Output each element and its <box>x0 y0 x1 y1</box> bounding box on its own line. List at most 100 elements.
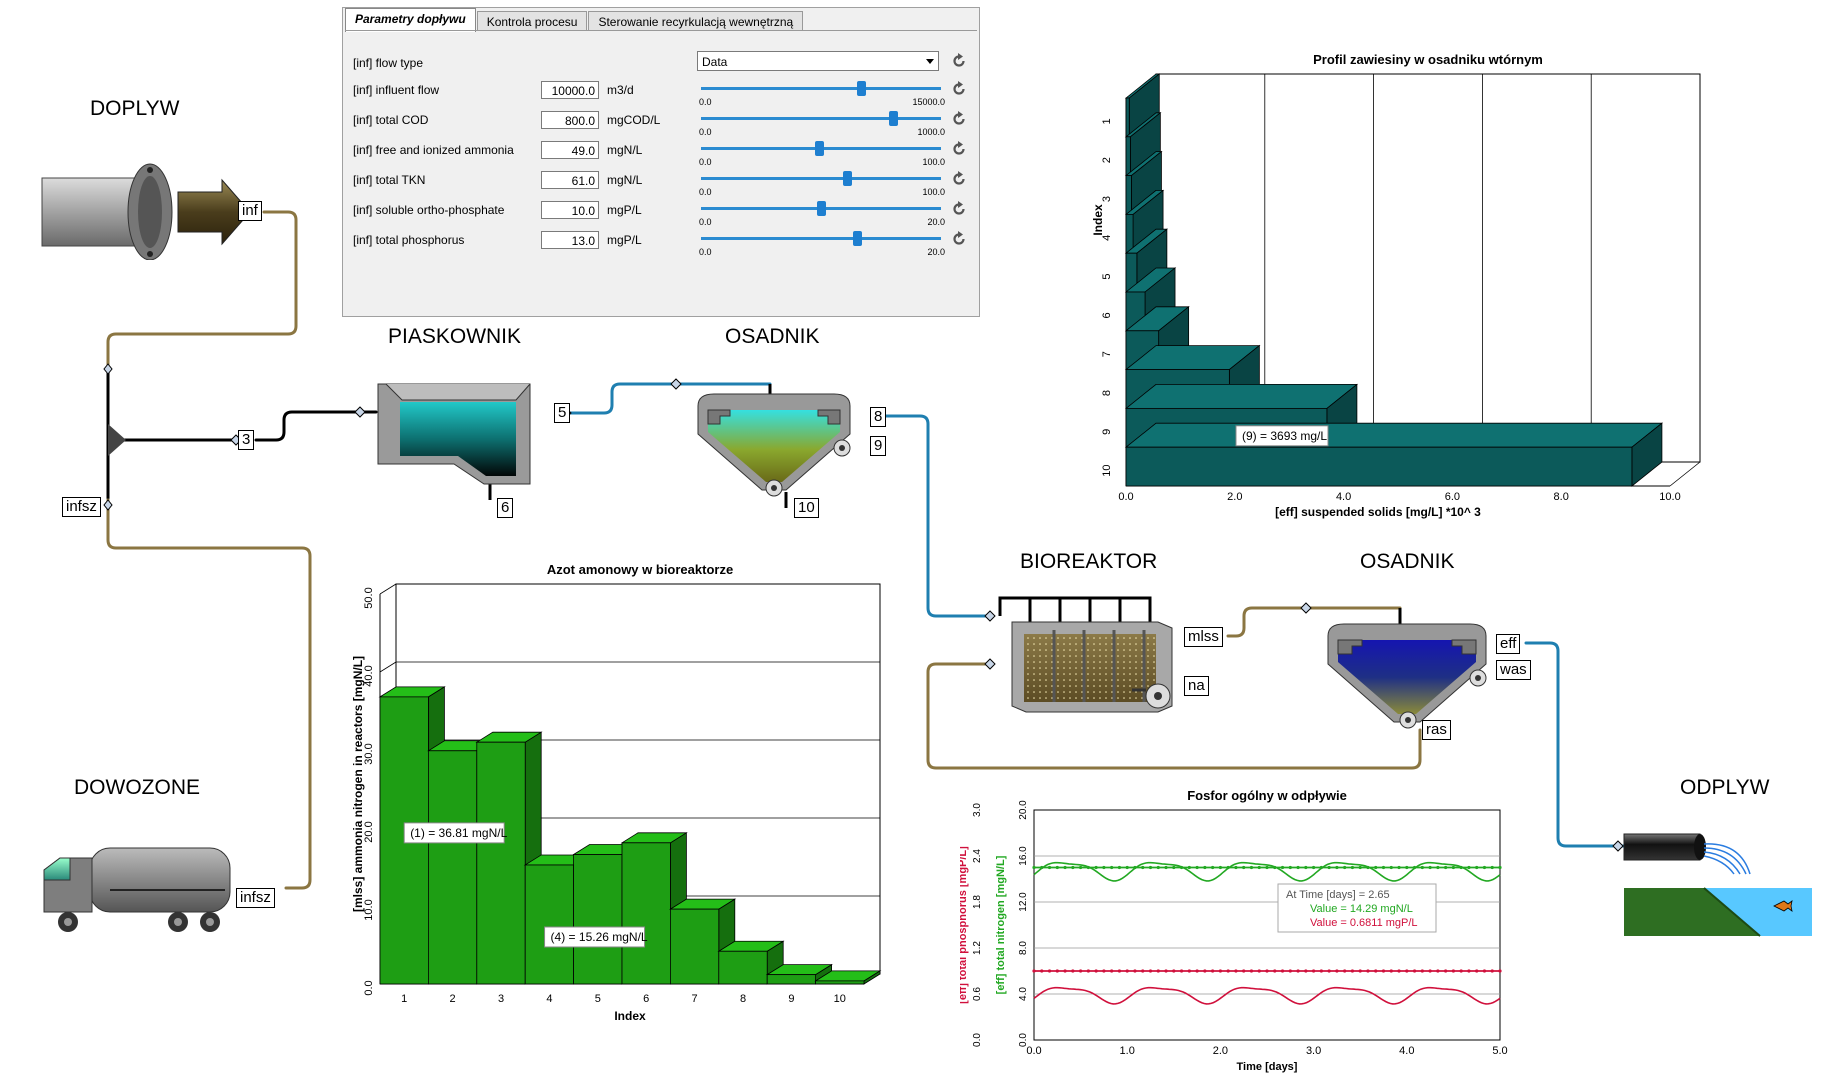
param-slider[interactable] <box>701 109 941 129</box>
port-was[interactable]: was <box>1496 660 1531 680</box>
y-tick-label-n: 12.0 <box>1018 892 1029 912</box>
port-9[interactable]: 9 <box>870 436 887 456</box>
truck-icon[interactable] <box>40 840 240 940</box>
svg-text:Value = 14.29 mgN/L: Value = 14.29 mgN/L <box>1310 903 1413 915</box>
chart-title: Profil zawiesiny w osadniku wtórnym <box>1313 52 1543 67</box>
series-limit-line <box>1032 969 1502 973</box>
param-value-field[interactable]: 13.0 <box>541 231 599 249</box>
reset-icon[interactable] <box>950 52 968 70</box>
value-tooltip: At Time [days] = 2.65 Value = 14.29 mgN/L… <box>1277 883 1437 933</box>
influent-parameter-panel: Parametry dopływu Kontrola procesu Stero… <box>342 7 980 317</box>
x-tick-label: 6 <box>643 993 649 1005</box>
slider-min-label: 0.0 <box>699 187 712 197</box>
y-tick-label: 8 <box>1101 390 1113 396</box>
node-diamond <box>103 363 113 375</box>
y-tick-label: 50.0 <box>363 587 375 608</box>
port-8[interactable]: 8 <box>870 407 887 427</box>
slider-thumb[interactable] <box>843 171 853 186</box>
param-value-field[interactable]: 10000.0 <box>541 81 599 99</box>
svg-text:(9) = 3693 mg/L: (9) = 3693 mg/L <box>1242 429 1327 443</box>
slider-thumb[interactable] <box>814 141 824 156</box>
secondary-clarifier-icon[interactable] <box>1324 620 1490 732</box>
reset-icon[interactable] <box>950 110 968 128</box>
y-tick-label: 9 <box>1101 429 1113 435</box>
reset-icon[interactable] <box>950 170 968 188</box>
slider-track <box>701 87 941 90</box>
x-tick-label: 0.0 <box>1026 1045 1041 1057</box>
param-slider[interactable] <box>701 139 941 159</box>
process-flowsheet: DOPLYW PIASKOWNIK OSADNIK BIOREAKTOR OSA… <box>0 0 1845 1080</box>
slider-thumb[interactable] <box>817 201 826 216</box>
pipe-3b <box>254 410 378 442</box>
param-value-field[interactable]: 800.0 <box>541 111 599 129</box>
unit-title-odplyw: ODPLYW <box>1680 776 1770 799</box>
y-tick-label-n: 20.0 <box>1018 800 1029 820</box>
port-3[interactable]: 3 <box>238 430 255 450</box>
tab-sterowanie-recyrkulacja[interactable]: Sterowanie recyrkulacją wewnętrzną <box>588 11 804 30</box>
reset-icon[interactable] <box>950 200 968 218</box>
flow-type-value: Data <box>702 55 728 69</box>
port-infsz-truck[interactable]: infsz <box>236 888 275 908</box>
slider-max-label: 20.0 <box>927 217 945 227</box>
reset-icon[interactable] <box>950 140 968 158</box>
x-tick-label: 1.0 <box>1120 1045 1135 1057</box>
port-na[interactable]: na <box>1184 676 1209 696</box>
unit-title-doplyw: DOPLYW <box>90 97 180 120</box>
port-ras[interactable]: ras <box>1422 720 1451 740</box>
param-unit: mgN/L <box>607 143 643 157</box>
slider-thumb[interactable] <box>889 111 898 126</box>
grid-diag <box>1669 461 1701 487</box>
outfall-icon[interactable] <box>1620 830 1820 942</box>
slider-thumb[interactable] <box>857 81 867 96</box>
param-value-field[interactable]: 49.0 <box>541 141 599 159</box>
x-tick-label: 2.0 <box>1213 1045 1228 1057</box>
param-label: [inf] total COD <box>353 113 429 127</box>
y-tick-label-n: 16.0 <box>1018 846 1029 866</box>
x-tick-label: 7 <box>692 993 698 1005</box>
unit-title-piaskownik: PIASKOWNIK <box>388 325 522 348</box>
tab-kontrola-procesu[interactable]: Kontrola procesu <box>476 11 588 30</box>
param-slider[interactable] <box>701 79 941 99</box>
x-tick-label: 3.0 <box>1306 1045 1321 1057</box>
x-tick-label: 4 <box>546 993 552 1005</box>
node-diamond <box>1300 602 1312 614</box>
unit-title-dowozone: DOWOZONE <box>74 776 200 799</box>
port-inf[interactable]: inf <box>238 201 262 221</box>
tab-parametry-doplywu[interactable]: Parametry dopływu <box>345 8 476 32</box>
y-tick-label-p: 1.8 <box>972 895 983 909</box>
ammonia-bar-chart: Azot amonowy w bioreaktorze0.010.020.030… <box>351 562 882 1023</box>
x-tick-label: 10.0 <box>1659 491 1680 503</box>
port-eff[interactable]: eff <box>1496 634 1521 654</box>
x-axis-label: [eff] suspended solids [mg/L] *10^ 3 <box>1275 505 1481 519</box>
port-mlss[interactable]: mlss <box>1184 627 1223 647</box>
slider-track <box>701 237 941 240</box>
y-tick-label-p: 1.2 <box>972 941 983 955</box>
grit-chamber-icon[interactable] <box>374 380 534 490</box>
port-6[interactable]: 6 <box>497 498 514 518</box>
param-value-field[interactable]: 61.0 <box>541 171 599 189</box>
slider-thumb[interactable] <box>853 231 862 246</box>
unit-title-osadnik-secondary: OSADNIK <box>1360 550 1455 573</box>
influent-pipe-icon[interactable] <box>40 150 270 260</box>
port-10[interactable]: 10 <box>794 498 819 518</box>
port-infsz-split[interactable]: infsz <box>62 497 101 517</box>
param-unit: mgP/L <box>607 233 642 247</box>
port-5[interactable]: 5 <box>554 403 571 423</box>
node-diamond <box>984 658 996 670</box>
slider-max-label: 20.0 <box>927 247 945 257</box>
slider-track <box>701 117 941 120</box>
reset-icon[interactable] <box>950 80 968 98</box>
param-slider[interactable] <box>701 169 941 189</box>
reset-icon[interactable] <box>950 230 968 248</box>
x-tick-label: 3 <box>498 993 504 1005</box>
splitter-icon[interactable] <box>108 424 126 456</box>
pipe-8 <box>884 414 994 618</box>
node-diamond <box>670 378 682 390</box>
flow-type-select[interactable]: Data <box>697 51 939 71</box>
primary-clarifier-icon[interactable] <box>694 390 854 500</box>
param-slider[interactable] <box>701 199 941 219</box>
param-slider[interactable] <box>701 229 941 249</box>
bioreactor-icon[interactable] <box>1008 618 1184 718</box>
param-value-field[interactable]: 10.0 <box>541 201 599 219</box>
bar[interactable] <box>1124 422 1664 487</box>
